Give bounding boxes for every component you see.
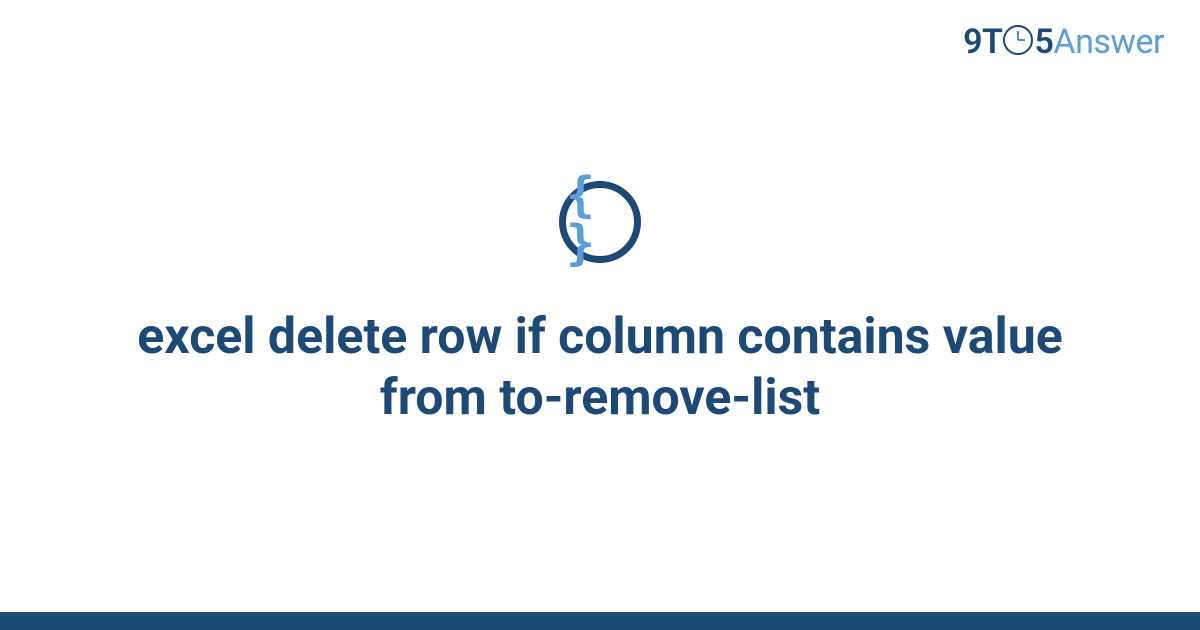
- braces-glyph: { }: [566, 171, 634, 267]
- icon-wrapper: { }: [559, 181, 641, 263]
- page-title: excel delete row if column contains valu…: [100, 307, 1100, 429]
- code-braces-icon: { }: [559, 181, 641, 263]
- footer-accent-bar: [0, 612, 1200, 630]
- main-content: { } excel delete row if column contains …: [0, 0, 1200, 630]
